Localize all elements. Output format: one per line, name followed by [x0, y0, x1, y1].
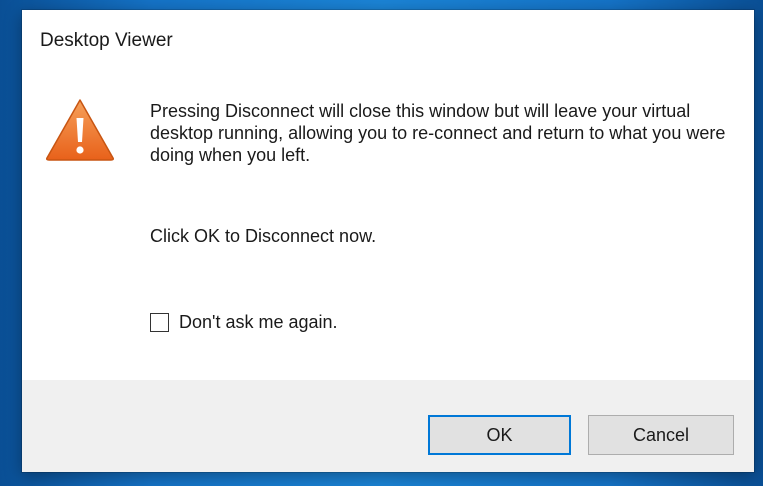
dialog-title: Desktop Viewer	[40, 30, 173, 51]
dont-ask-again-label[interactable]: Don't ask me again.	[179, 312, 338, 333]
dont-ask-again-option[interactable]: Don't ask me again.	[150, 310, 338, 334]
dont-ask-again-checkbox[interactable]	[150, 312, 169, 332]
warning-icon	[46, 99, 114, 161]
dialog-message: Pressing Disconnect will close this wind…	[150, 101, 726, 165]
cancel-button[interactable]: Cancel	[588, 415, 734, 455]
desktop-viewer-dialog: Desktop Viewer Pressing Disconnect will …	[22, 10, 754, 472]
dialog-instruction: Click OK to Disconnect now.	[150, 226, 377, 246]
ok-button[interactable]: OK	[428, 415, 571, 455]
